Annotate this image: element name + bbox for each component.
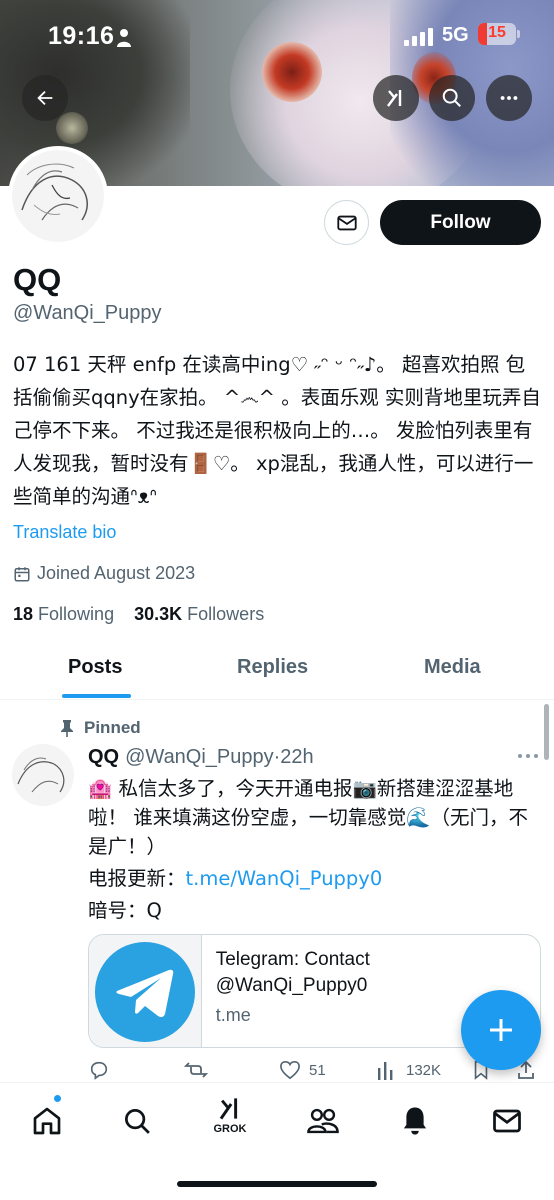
tab-posts[interactable]: Posts	[68, 656, 122, 679]
repost-icon	[184, 1062, 208, 1078]
follow-stats: 18 Following 30.3K Followers	[13, 604, 264, 625]
post-text: 🏩 私信太多了，今天开通电报📷新搭建涩涩基地啦！ 谁来填满这份空虚，一切靠感觉🌊…	[88, 777, 528, 858]
plus-icon	[490, 1019, 512, 1041]
joined-date: Joined August 2023	[13, 563, 195, 584]
calendar-icon	[14, 566, 30, 581]
following-count: 18	[13, 604, 34, 624]
post-link-prefix: 电报更新：	[88, 867, 186, 890]
like-count: 51	[309, 1061, 326, 1079]
nav-home[interactable]	[27, 1101, 67, 1141]
profile-bio: 07 161 天秤 enfp 在读高中ing♡ ˶ᵔ ᵕ ᵔ˶♪。 超喜欢拍照 …	[13, 353, 541, 508]
battery-indicator: 15	[478, 23, 520, 45]
following-link[interactable]: 18 Following	[13, 604, 114, 624]
profile-handle: @WanQi_Puppy	[13, 302, 162, 324]
post-time: ·22h	[273, 746, 314, 768]
envelope-icon	[493, 1109, 521, 1133]
search-icon	[442, 88, 461, 107]
more-button[interactable]	[486, 75, 532, 121]
avatar-sketch-image	[21, 163, 88, 221]
telegram-logo-icon	[94, 942, 195, 1042]
grok-icon	[219, 1098, 238, 1120]
like-button[interactable]: 51	[279, 1060, 326, 1080]
scrollbar[interactable]	[544, 704, 549, 760]
search-icon	[125, 1109, 150, 1134]
post-author-handle[interactable]: @WanQi_Puppy	[125, 746, 274, 769]
post-author-avatar[interactable]	[12, 744, 74, 806]
profile-avatar[interactable]	[8, 146, 108, 246]
home-indicator[interactable]	[177, 1181, 377, 1187]
search-button[interactable]	[429, 75, 475, 121]
bell-icon	[403, 1107, 427, 1135]
nav-grok[interactable]: GROK	[210, 1095, 250, 1135]
pinned-indicator: Pinned	[60, 718, 141, 738]
translate-bio-link[interactable]: Translate bio	[13, 522, 116, 543]
cellular-signal-icon	[404, 28, 433, 46]
post-more-icon[interactable]	[516, 750, 540, 762]
nav-search[interactable]	[117, 1101, 157, 1141]
more-horizontal-icon	[500, 96, 518, 100]
home-icon	[33, 1107, 61, 1135]
followers-count: 30.3K	[134, 604, 183, 624]
reply-icon	[90, 1061, 108, 1080]
nav-messages[interactable]	[487, 1101, 527, 1141]
card-thumbnail	[89, 935, 202, 1047]
grok-icon	[387, 90, 402, 107]
card-title: Telegram: Contact @WanQi_Puppy0	[215, 949, 370, 996]
tab-replies[interactable]: Replies	[237, 656, 308, 679]
active-tab-indicator	[62, 694, 131, 698]
status-time: 19:16	[48, 22, 115, 50]
joined-text: Joined August 2023	[37, 563, 196, 583]
compose-post-button[interactable]	[461, 990, 541, 1070]
repost-button[interactable]	[184, 1060, 208, 1080]
network-type: 5G	[442, 24, 469, 46]
followers-link[interactable]: 30.3K Followers	[134, 604, 264, 624]
home-notification-dot	[53, 1094, 62, 1103]
tab-media[interactable]: Media	[424, 656, 481, 679]
profile-name: QQ	[13, 262, 62, 297]
profile-tabs: Posts Replies Media	[0, 640, 554, 700]
message-button[interactable]	[324, 200, 369, 245]
nav-notifications[interactable]	[395, 1101, 435, 1141]
view-count: 132K	[406, 1061, 442, 1079]
followers-label: Followers	[187, 604, 265, 624]
bar-chart-icon	[378, 1062, 393, 1080]
post-telegram-link[interactable]: t.me/WanQi_Puppy0	[186, 867, 383, 890]
post-link-line: 电报更新：t.me/WanQi_Puppy0	[88, 862, 382, 891]
avatar-sketch-image	[17, 757, 65, 793]
grok-button[interactable]	[373, 75, 419, 121]
arrow-left-icon	[37, 90, 53, 106]
person-icon	[117, 29, 131, 47]
battery-level: 15	[488, 24, 506, 41]
views-button[interactable]: 132K	[376, 1060, 441, 1080]
reply-button[interactable]	[88, 1060, 110, 1080]
post-header: QQ @WanQi_Puppy ·22h	[88, 746, 314, 769]
post-author-name[interactable]: QQ	[88, 746, 119, 769]
people-icon	[307, 1108, 339, 1134]
following-label: Following	[38, 604, 115, 624]
back-button[interactable]	[22, 75, 68, 121]
follow-button[interactable]: Follow	[380, 200, 541, 245]
heart-icon	[280, 1060, 300, 1080]
nav-grok-label: GROK	[213, 1123, 247, 1135]
post-code-line: 暗号：Q	[88, 899, 162, 922]
envelope-icon	[336, 215, 357, 230]
nav-communities[interactable]	[303, 1101, 343, 1141]
status-bar: 19:16 5G 15	[0, 18, 554, 58]
pin-icon	[61, 720, 73, 737]
pinned-label: Pinned	[84, 718, 141, 737]
